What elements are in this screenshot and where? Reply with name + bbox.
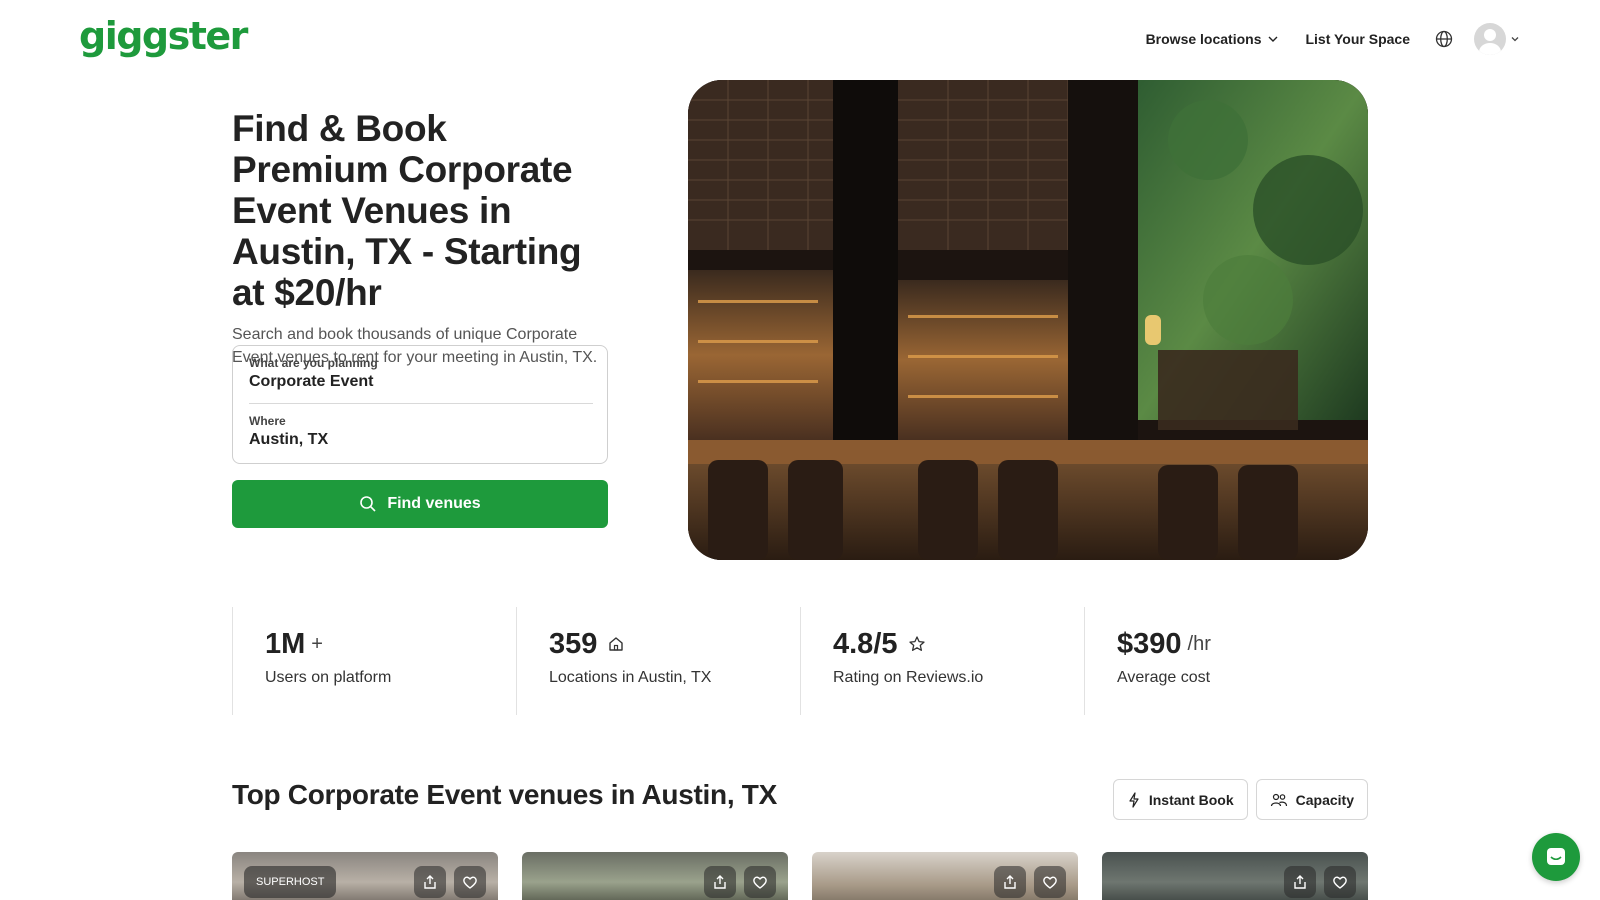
- stat-value: 359: [549, 627, 598, 660]
- heart-icon: [753, 876, 767, 889]
- site-header: giggster Browse locations List Your Spac…: [0, 0, 1600, 78]
- globe-icon[interactable]: [1434, 29, 1454, 49]
- stat-locations: 359 Locations in Austin, TX: [516, 607, 800, 715]
- list-your-space-link[interactable]: List Your Space: [1305, 31, 1410, 47]
- favorite-button[interactable]: [454, 866, 486, 898]
- browse-locations-label: Browse locations: [1145, 31, 1262, 47]
- home-icon: [609, 637, 624, 651]
- stat-value: 1M: [265, 627, 306, 660]
- chevron-down-icon: [1268, 36, 1278, 42]
- superhost-badge: SUPERHOST: [244, 866, 337, 898]
- capacity-filter[interactable]: Capacity: [1255, 779, 1368, 820]
- find-venues-button[interactable]: Find venues: [232, 480, 608, 528]
- stat-label: Average cost: [1117, 669, 1211, 686]
- find-venues-label: Find venues: [387, 495, 481, 512]
- instant-book-label: Instant Book: [1148, 791, 1234, 808]
- stat-label: Locations in Austin, TX: [549, 669, 712, 686]
- share-icon: [1294, 875, 1306, 889]
- heart-icon: [1043, 876, 1057, 889]
- stat-suffix: +: [311, 632, 323, 655]
- stat-users: 1M + Users on platform: [232, 607, 516, 715]
- filter-bar: Instant Book Capacity: [1112, 779, 1368, 820]
- stat-label: Rating on Reviews.io: [833, 669, 984, 686]
- search-form: What are you planning Corporate Event Wh…: [232, 345, 608, 464]
- chevron-down-icon: [1511, 37, 1519, 42]
- section-title: Top Corporate Event venues in Austin, TX: [232, 779, 777, 810]
- stat-value: $390: [1117, 627, 1182, 660]
- venue-card[interactable]: [522, 852, 788, 900]
- instant-book-filter[interactable]: Instant Book: [1112, 779, 1248, 820]
- search-icon: [360, 496, 376, 512]
- where-field[interactable]: Where Austin, TX: [249, 414, 593, 449]
- chat-launcher-button[interactable]: [1532, 833, 1580, 881]
- giggster-logo[interactable]: giggster: [79, 14, 248, 58]
- top-nav: Browse locations List Your Space: [1146, 22, 1520, 56]
- lightning-icon: [1129, 791, 1139, 808]
- where-input[interactable]: Austin, TX: [249, 431, 593, 449]
- share-icon: [1004, 875, 1016, 889]
- share-button[interactable]: [1284, 866, 1316, 898]
- planning-input[interactable]: Corporate Event: [249, 373, 593, 391]
- stat-average-cost: $390 /hr Average cost: [1084, 607, 1368, 715]
- share-icon: [714, 875, 726, 889]
- star-icon: [908, 636, 925, 651]
- stat-value: 4.8/5: [833, 627, 898, 660]
- stat-rating: 4.8/5 Rating on Reviews.io: [800, 607, 1084, 715]
- planning-label: What are you planning: [249, 356, 378, 370]
- favorite-button[interactable]: [1324, 866, 1356, 898]
- venue-card[interactable]: [812, 852, 1078, 900]
- where-label: Where: [249, 414, 286, 428]
- favorite-button[interactable]: [1034, 866, 1066, 898]
- stat-suffix: /hr: [1187, 632, 1211, 655]
- share-icon: [424, 875, 436, 889]
- share-button[interactable]: [994, 866, 1026, 898]
- venue-card[interactable]: [1102, 852, 1368, 900]
- user-avatar-icon: [1474, 23, 1506, 55]
- page-title: Find & Book Premium Corporate Event Venu…: [232, 108, 582, 313]
- favorite-button[interactable]: [744, 866, 776, 898]
- browse-locations-menu[interactable]: Browse locations: [1146, 31, 1280, 47]
- chat-icon: [1547, 848, 1565, 865]
- capacity-label: Capacity: [1295, 791, 1354, 808]
- user-menu[interactable]: [1474, 23, 1520, 55]
- people-icon: [1270, 793, 1287, 806]
- hero-venue-image: [688, 80, 1368, 560]
- stat-label: Users on platform: [265, 669, 392, 686]
- heart-icon: [463, 876, 477, 889]
- share-button[interactable]: [704, 866, 736, 898]
- venue-card[interactable]: SUPERHOST: [232, 852, 498, 900]
- stats-row: 1M + Users on platform 359 Locations in …: [232, 607, 1368, 715]
- share-button[interactable]: [414, 866, 446, 898]
- heart-icon: [1333, 876, 1347, 889]
- planning-field[interactable]: What are you planning Corporate Event: [249, 356, 593, 404]
- hero-text: Find & Book Premium Corporate Event Venu…: [232, 108, 608, 369]
